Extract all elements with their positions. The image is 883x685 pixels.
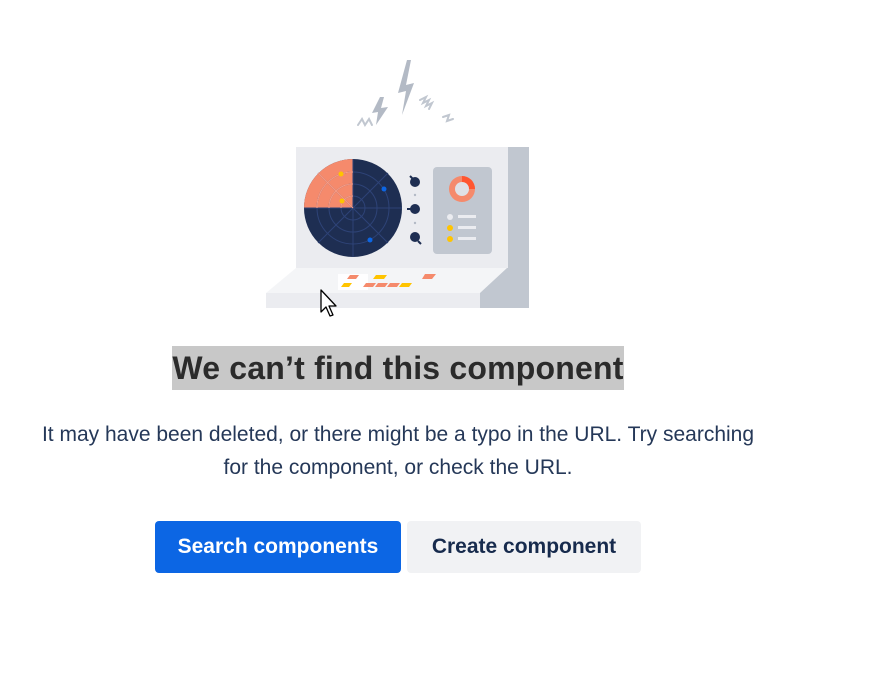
- radar-console-illustration: [266, 60, 529, 308]
- mouse-pointer-icon: [320, 289, 337, 317]
- search-components-button[interactable]: Search components: [155, 521, 401, 573]
- empty-state-description: It may have been deleted, or there might…: [41, 423, 755, 479]
- lightning-icon: [372, 60, 414, 125]
- page-title: We can’t find this component: [172, 346, 624, 390]
- create-component-button[interactable]: Create component: [407, 521, 641, 573]
- radar-display: [304, 159, 402, 257]
- action-buttons: Search components Create component: [155, 521, 641, 573]
- console-desk: [266, 268, 507, 293]
- empty-state-page: We can’t find this component It may have…: [0, 0, 883, 685]
- title-container: We can’t find this component: [0, 346, 796, 390]
- status-panel: [433, 167, 492, 254]
